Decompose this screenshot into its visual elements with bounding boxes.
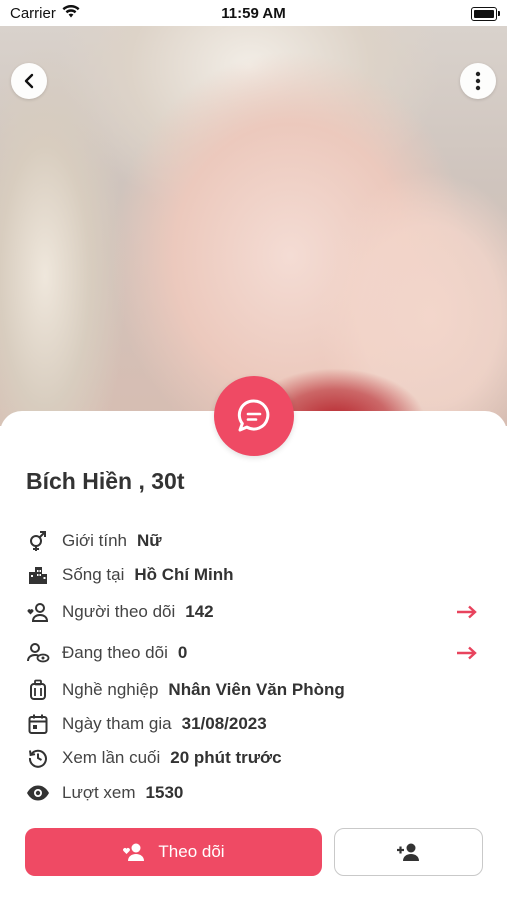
followers-label: Người theo dõi (62, 602, 176, 621)
status-bar: Carrier 11:59 AM (0, 0, 507, 26)
gender-icon (26, 529, 50, 553)
job-value: Nhân Viên Văn Phòng (168, 680, 345, 699)
add-friend-button[interactable] (334, 828, 483, 876)
job-label: Nghề nghiệp (62, 680, 159, 699)
last-seen-label: Xem lần cuối (62, 748, 161, 767)
following-arrow-icon[interactable] (456, 646, 478, 660)
info-row-city: Sống tại Hồ Chí Minh (26, 562, 234, 588)
history-icon (26, 746, 50, 770)
more-vertical-icon (475, 71, 481, 91)
profile-photo (0, 26, 507, 426)
gender-label: Giới tính (62, 531, 128, 550)
calendar-icon (26, 712, 50, 736)
followers-value: 142 (185, 602, 214, 621)
city-label: Sống tại (62, 565, 125, 584)
following-label: Đang theo dõi (62, 643, 168, 662)
following-icon (26, 641, 50, 665)
city-value: Hồ Chí Minh (134, 565, 234, 584)
chevron-left-icon (24, 73, 34, 89)
info-row-last-seen: Xem lần cuối 20 phút trước (26, 745, 282, 771)
eye-icon (26, 781, 50, 805)
gender-value: Nữ (137, 531, 162, 550)
follow-button[interactable]: Theo dõi (25, 828, 322, 876)
more-options-button[interactable] (460, 63, 496, 99)
chat-bubble-icon (237, 399, 270, 432)
info-row-job: Nghề nghiệp Nhân Viên Văn Phòng (26, 677, 345, 703)
followers-icon (26, 600, 50, 624)
info-row-gender: Giới tính Nữ (26, 528, 162, 554)
follow-button-label: Theo dõi (158, 842, 225, 861)
followers-arrow-icon[interactable] (456, 605, 478, 619)
briefcase-icon (26, 678, 50, 702)
back-button[interactable] (11, 63, 47, 99)
last-seen-value: 20 phút trước (170, 748, 282, 767)
info-row-views: Lượt xem 1530 (26, 780, 183, 806)
add-user-icon (396, 843, 419, 861)
chat-button[interactable] (214, 376, 294, 456)
info-row-joined: Ngày tham gia 31/08/2023 (26, 711, 267, 737)
views-value: 1530 (145, 783, 184, 802)
status-time: 11:59 AM (221, 5, 286, 22)
battery-icon (471, 7, 500, 21)
city-icon (26, 563, 50, 587)
profile-name: Bích Hiền , 30t (26, 468, 185, 494)
joined-value: 31/08/2023 (181, 714, 267, 733)
views-label: Lượt xem (62, 783, 136, 802)
info-row-followers: Người theo dõi 142 (26, 599, 214, 625)
follow-user-icon (123, 843, 145, 861)
info-row-following: Đang theo dõi 0 (26, 640, 187, 666)
following-value: 0 (177, 643, 188, 662)
joined-label: Ngày tham gia (62, 714, 172, 733)
